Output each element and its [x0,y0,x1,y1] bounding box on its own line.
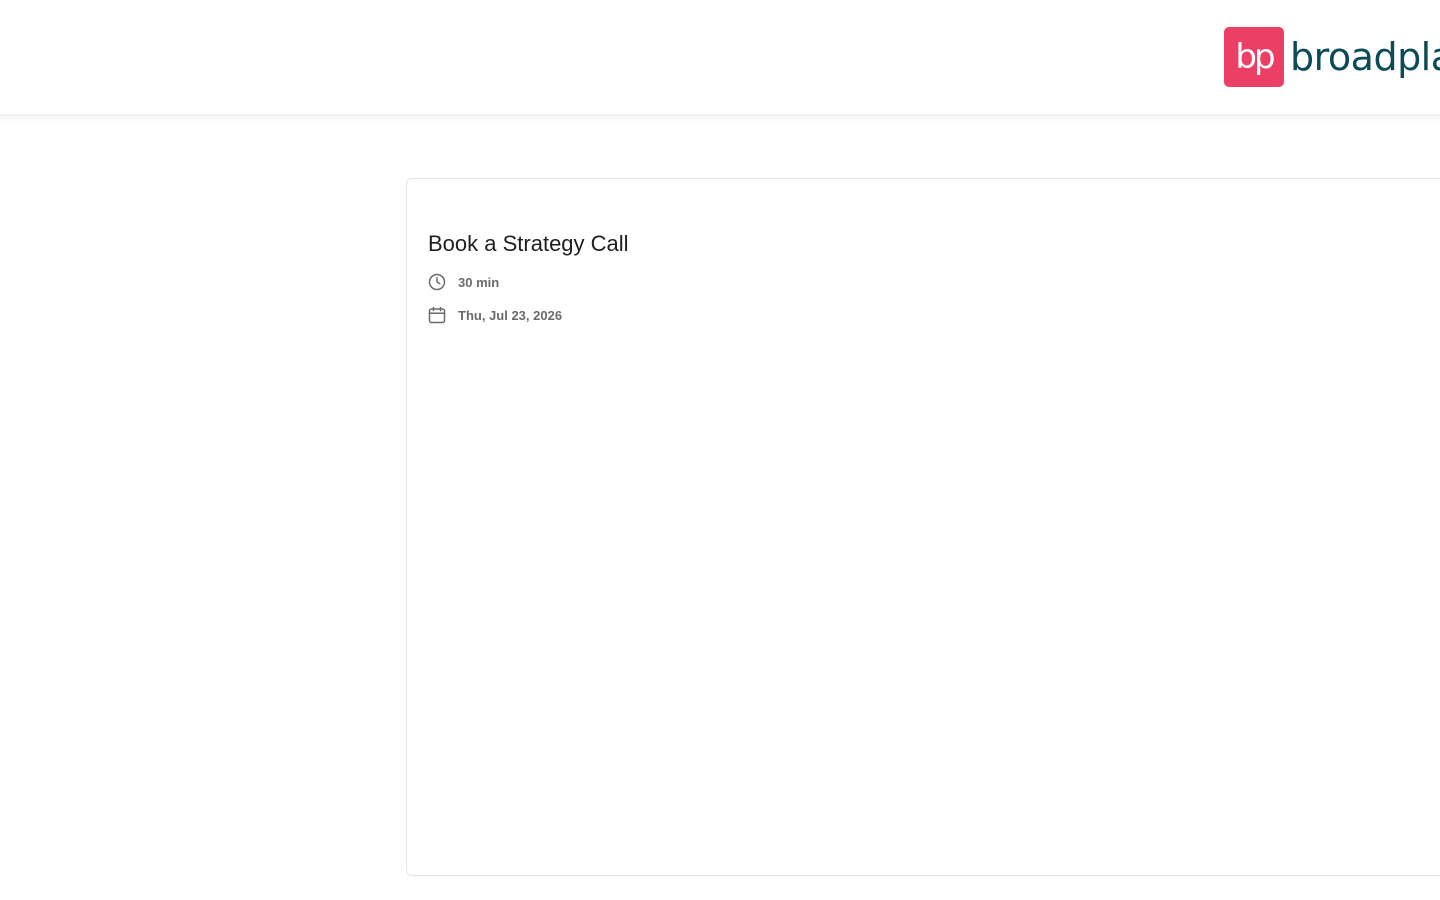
brand-logo[interactable]: bp broadplace [1224,27,1440,87]
header-divider [0,114,1440,122]
event-title: Book a Strategy Call [428,231,629,256]
booking-card: Book a Strategy Call 30 min Thu, Jul 23,… [406,178,1440,876]
logo-mark: bp [1224,27,1284,87]
clock-icon [428,273,446,291]
site-header: bp broadplace [0,0,1440,114]
logo-wordmark: broadplace [1290,35,1440,79]
date-text: Thu, Jul 23, 2026 [458,307,563,323]
event-duration: 30 min [428,273,499,291]
logo-mark-text: bp [1235,37,1275,77]
duration-text: 30 min [458,274,500,290]
calendar-icon [428,306,446,324]
event-date: Thu, Jul 23, 2026 [428,306,562,324]
